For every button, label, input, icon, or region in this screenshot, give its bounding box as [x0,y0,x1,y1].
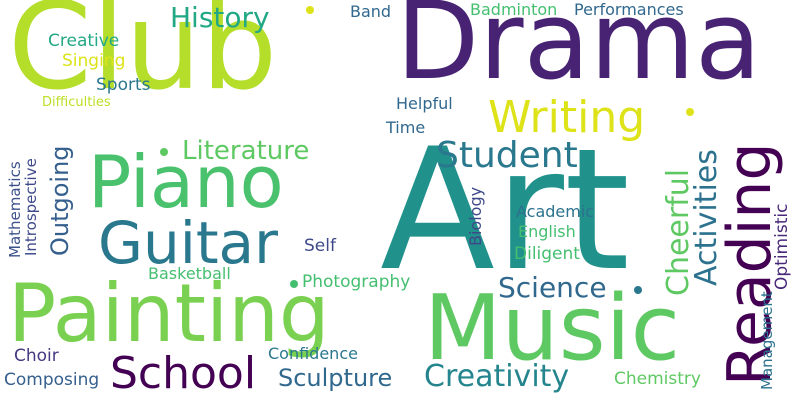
word-optimistic: Optimistic [772,203,792,290]
word-basketball: Basketball [148,264,231,283]
word-time: Time [386,118,426,137]
word-choir: Choir [14,346,59,366]
word-literature: Literature [182,136,310,166]
decorative-dot [160,148,168,156]
word-photography: Photography [302,272,411,292]
word-badminton: Badminton [470,0,558,19]
word-activities: Activities [689,149,724,286]
word-outgoing: Outgoing [46,145,74,256]
word-cloud: Club Drama Art Piano Guitar Painting Mus… [0,0,800,400]
word-sports: Sports [96,75,151,95]
word-painting: Painting [8,267,330,360]
word-science: Science [498,271,607,304]
word-chemistry: Chemistry [614,369,701,389]
word-introspective: Introspective [22,158,40,256]
word-difficulties: Difficulties [42,95,111,110]
word-english: English [518,222,576,241]
word-singing: Singing [62,51,126,71]
word-confidence: Confidence [268,344,358,363]
word-cheerful: Cheerful [661,168,696,296]
decorative-dot [290,280,298,288]
word-academic: Academic [516,202,595,221]
word-school: School [110,348,257,399]
decorative-dot [306,6,314,14]
decorative-dot [634,286,642,294]
word-helpful: Helpful [396,94,453,113]
word-creativity: Creativity [424,359,570,394]
word-composing: Composing [4,370,100,390]
word-biology: Biology [466,186,485,246]
word-sculpture: Sculpture [278,364,393,392]
word-creative: Creative [48,31,120,51]
word-student: Student [436,135,578,176]
word-band: Band [350,2,392,21]
word-management: Management [758,291,776,390]
word-performances: Performances [574,0,684,19]
word-diligent: Diligent [514,244,580,264]
decorative-dot [686,108,694,116]
word-history: History [170,1,270,34]
word-writing: Writing [488,92,646,143]
word-self: Self [304,236,336,256]
word-mathematics: Mathematics [6,161,24,258]
